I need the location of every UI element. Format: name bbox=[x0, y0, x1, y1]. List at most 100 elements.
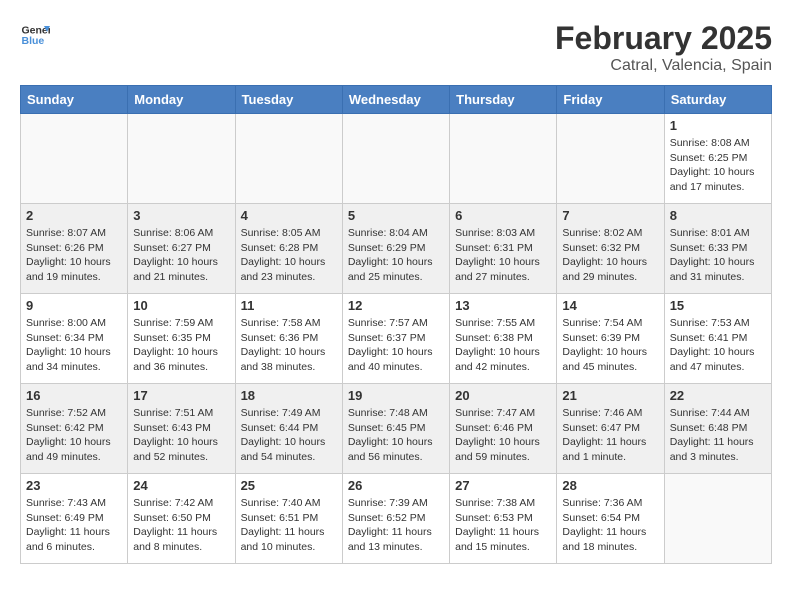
calendar-cell bbox=[21, 114, 128, 204]
header-thursday: Thursday bbox=[450, 86, 557, 114]
day-number: 23 bbox=[26, 478, 122, 493]
day-number: 19 bbox=[348, 388, 444, 403]
day-info: Sunrise: 7:59 AM Sunset: 6:35 PM Dayligh… bbox=[133, 316, 229, 375]
calendar-cell: 8 Sunrise: 8:01 AM Sunset: 6:33 PM Daylig… bbox=[664, 204, 771, 294]
day-info: Sunrise: 7:39 AM Sunset: 6:52 PM Dayligh… bbox=[348, 496, 444, 555]
day-number: 11 bbox=[241, 298, 337, 313]
main-title: February 2025 bbox=[555, 20, 772, 57]
calendar-cell bbox=[664, 474, 771, 564]
calendar-cell: 2 Sunrise: 8:07 AM Sunset: 6:26 PM Daylig… bbox=[21, 204, 128, 294]
day-number: 15 bbox=[670, 298, 766, 313]
day-info: Sunrise: 8:03 AM Sunset: 6:31 PM Dayligh… bbox=[455, 226, 551, 285]
calendar-week-2: 2 Sunrise: 8:07 AM Sunset: 6:26 PM Daylig… bbox=[21, 204, 772, 294]
calendar-cell bbox=[557, 114, 664, 204]
day-info: Sunrise: 7:53 AM Sunset: 6:41 PM Dayligh… bbox=[670, 316, 766, 375]
day-number: 21 bbox=[562, 388, 658, 403]
day-info: Sunrise: 7:54 AM Sunset: 6:39 PM Dayligh… bbox=[562, 316, 658, 375]
day-number: 25 bbox=[241, 478, 337, 493]
day-number: 14 bbox=[562, 298, 658, 313]
calendar-cell bbox=[235, 114, 342, 204]
day-info: Sunrise: 7:36 AM Sunset: 6:54 PM Dayligh… bbox=[562, 496, 658, 555]
day-info: Sunrise: 7:42 AM Sunset: 6:50 PM Dayligh… bbox=[133, 496, 229, 555]
calendar-cell: 5 Sunrise: 8:04 AM Sunset: 6:29 PM Daylig… bbox=[342, 204, 449, 294]
header-monday: Monday bbox=[128, 86, 235, 114]
day-number: 28 bbox=[562, 478, 658, 493]
calendar-cell: 19 Sunrise: 7:48 AM Sunset: 6:45 PM Dayli… bbox=[342, 384, 449, 474]
day-number: 26 bbox=[348, 478, 444, 493]
day-info: Sunrise: 8:00 AM Sunset: 6:34 PM Dayligh… bbox=[26, 316, 122, 375]
day-number: 8 bbox=[670, 208, 766, 223]
day-number: 16 bbox=[26, 388, 122, 403]
calendar-cell bbox=[450, 114, 557, 204]
day-number: 5 bbox=[348, 208, 444, 223]
calendar-cell: 22 Sunrise: 7:44 AM Sunset: 6:48 PM Dayli… bbox=[664, 384, 771, 474]
calendar-cell: 9 Sunrise: 8:00 AM Sunset: 6:34 PM Daylig… bbox=[21, 294, 128, 384]
calendar-cell: 27Sunrise: 7:38 AM Sunset: 6:53 PM Dayli… bbox=[450, 474, 557, 564]
calendar-header-row: SundayMondayTuesdayWednesdayThursdayFrid… bbox=[21, 86, 772, 114]
day-number: 9 bbox=[26, 298, 122, 313]
day-number: 3 bbox=[133, 208, 229, 223]
title-area: February 2025 Catral, Valencia, Spain bbox=[555, 20, 772, 75]
calendar-cell: 14 Sunrise: 7:54 AM Sunset: 6:39 PM Dayli… bbox=[557, 294, 664, 384]
header-saturday: Saturday bbox=[664, 86, 771, 114]
day-info: Sunrise: 7:51 AM Sunset: 6:43 PM Dayligh… bbox=[133, 406, 229, 465]
day-number: 2 bbox=[26, 208, 122, 223]
day-info: Sunrise: 8:04 AM Sunset: 6:29 PM Dayligh… bbox=[348, 226, 444, 285]
calendar-cell: 7 Sunrise: 8:02 AM Sunset: 6:32 PM Daylig… bbox=[557, 204, 664, 294]
day-info: Sunrise: 8:08 AM Sunset: 6:25 PM Dayligh… bbox=[670, 136, 766, 195]
calendar-cell: 26 Sunrise: 7:39 AM Sunset: 6:52 PM Dayli… bbox=[342, 474, 449, 564]
calendar-week-5: 23 Sunrise: 7:43 AM Sunset: 6:49 PM Dayli… bbox=[21, 474, 772, 564]
calendar-cell: 13Sunrise: 7:55 AM Sunset: 6:38 PM Dayli… bbox=[450, 294, 557, 384]
day-info: Sunrise: 8:07 AM Sunset: 6:26 PM Dayligh… bbox=[26, 226, 122, 285]
day-info: Sunrise: 7:48 AM Sunset: 6:45 PM Dayligh… bbox=[348, 406, 444, 465]
calendar-cell bbox=[128, 114, 235, 204]
day-number: 12 bbox=[348, 298, 444, 313]
calendar-cell: 23 Sunrise: 7:43 AM Sunset: 6:49 PM Dayli… bbox=[21, 474, 128, 564]
calendar-cell: 11 Sunrise: 7:58 AM Sunset: 6:36 PM Dayli… bbox=[235, 294, 342, 384]
day-number: 18 bbox=[241, 388, 337, 403]
day-info: Sunrise: 7:55 AM Sunset: 6:38 PM Dayligh… bbox=[455, 316, 551, 375]
header-tuesday: Tuesday bbox=[235, 86, 342, 114]
day-info: Sunrise: 7:58 AM Sunset: 6:36 PM Dayligh… bbox=[241, 316, 337, 375]
header-sunday: Sunday bbox=[21, 86, 128, 114]
calendar-cell: 24 Sunrise: 7:42 AM Sunset: 6:50 PM Dayli… bbox=[128, 474, 235, 564]
day-info: Sunrise: 7:43 AM Sunset: 6:49 PM Dayligh… bbox=[26, 496, 122, 555]
day-number: 20 bbox=[455, 388, 551, 403]
day-info: Sunrise: 8:06 AM Sunset: 6:27 PM Dayligh… bbox=[133, 226, 229, 285]
day-number: 7 bbox=[562, 208, 658, 223]
calendar-cell: 15 Sunrise: 7:53 AM Sunset: 6:41 PM Dayli… bbox=[664, 294, 771, 384]
header-wednesday: Wednesday bbox=[342, 86, 449, 114]
header: General Blue February 2025 Catral, Valen… bbox=[20, 20, 772, 75]
calendar-cell: 28 Sunrise: 7:36 AM Sunset: 6:54 PM Dayli… bbox=[557, 474, 664, 564]
day-info: Sunrise: 7:40 AM Sunset: 6:51 PM Dayligh… bbox=[241, 496, 337, 555]
calendar-cell: 21 Sunrise: 7:46 AM Sunset: 6:47 PM Dayli… bbox=[557, 384, 664, 474]
day-info: Sunrise: 7:52 AM Sunset: 6:42 PM Dayligh… bbox=[26, 406, 122, 465]
day-info: Sunrise: 8:02 AM Sunset: 6:32 PM Dayligh… bbox=[562, 226, 658, 285]
day-info: Sunrise: 8:01 AM Sunset: 6:33 PM Dayligh… bbox=[670, 226, 766, 285]
calendar-cell: 1 Sunrise: 8:08 AM Sunset: 6:25 PM Daylig… bbox=[664, 114, 771, 204]
calendar-week-3: 9 Sunrise: 8:00 AM Sunset: 6:34 PM Daylig… bbox=[21, 294, 772, 384]
calendar-week-1: 1 Sunrise: 8:08 AM Sunset: 6:25 PM Daylig… bbox=[21, 114, 772, 204]
calendar-cell: 17 Sunrise: 7:51 AM Sunset: 6:43 PM Dayli… bbox=[128, 384, 235, 474]
header-friday: Friday bbox=[557, 86, 664, 114]
day-info: Sunrise: 7:47 AM Sunset: 6:46 PM Dayligh… bbox=[455, 406, 551, 465]
day-number: 17 bbox=[133, 388, 229, 403]
day-number: 22 bbox=[670, 388, 766, 403]
day-info: Sunrise: 7:46 AM Sunset: 6:47 PM Dayligh… bbox=[562, 406, 658, 465]
day-number: 10 bbox=[133, 298, 229, 313]
calendar-cell: 3 Sunrise: 8:06 AM Sunset: 6:27 PM Daylig… bbox=[128, 204, 235, 294]
calendar-cell: 16 Sunrise: 7:52 AM Sunset: 6:42 PM Dayli… bbox=[21, 384, 128, 474]
logo-icon: General Blue bbox=[20, 20, 50, 50]
logo: General Blue bbox=[20, 20, 50, 50]
calendar-week-4: 16 Sunrise: 7:52 AM Sunset: 6:42 PM Dayli… bbox=[21, 384, 772, 474]
day-number: 6 bbox=[455, 208, 551, 223]
day-info: Sunrise: 7:44 AM Sunset: 6:48 PM Dayligh… bbox=[670, 406, 766, 465]
day-number: 27 bbox=[455, 478, 551, 493]
calendar-cell: 20 Sunrise: 7:47 AM Sunset: 6:46 PM Dayli… bbox=[450, 384, 557, 474]
day-number: 1 bbox=[670, 118, 766, 133]
day-number: 24 bbox=[133, 478, 229, 493]
calendar-cell: 4Sunrise: 8:05 AM Sunset: 6:28 PM Daylig… bbox=[235, 204, 342, 294]
calendar-cell bbox=[342, 114, 449, 204]
calendar-cell: 25 Sunrise: 7:40 AM Sunset: 6:51 PM Dayli… bbox=[235, 474, 342, 564]
calendar: SundayMondayTuesdayWednesdayThursdayFrid… bbox=[20, 85, 772, 564]
